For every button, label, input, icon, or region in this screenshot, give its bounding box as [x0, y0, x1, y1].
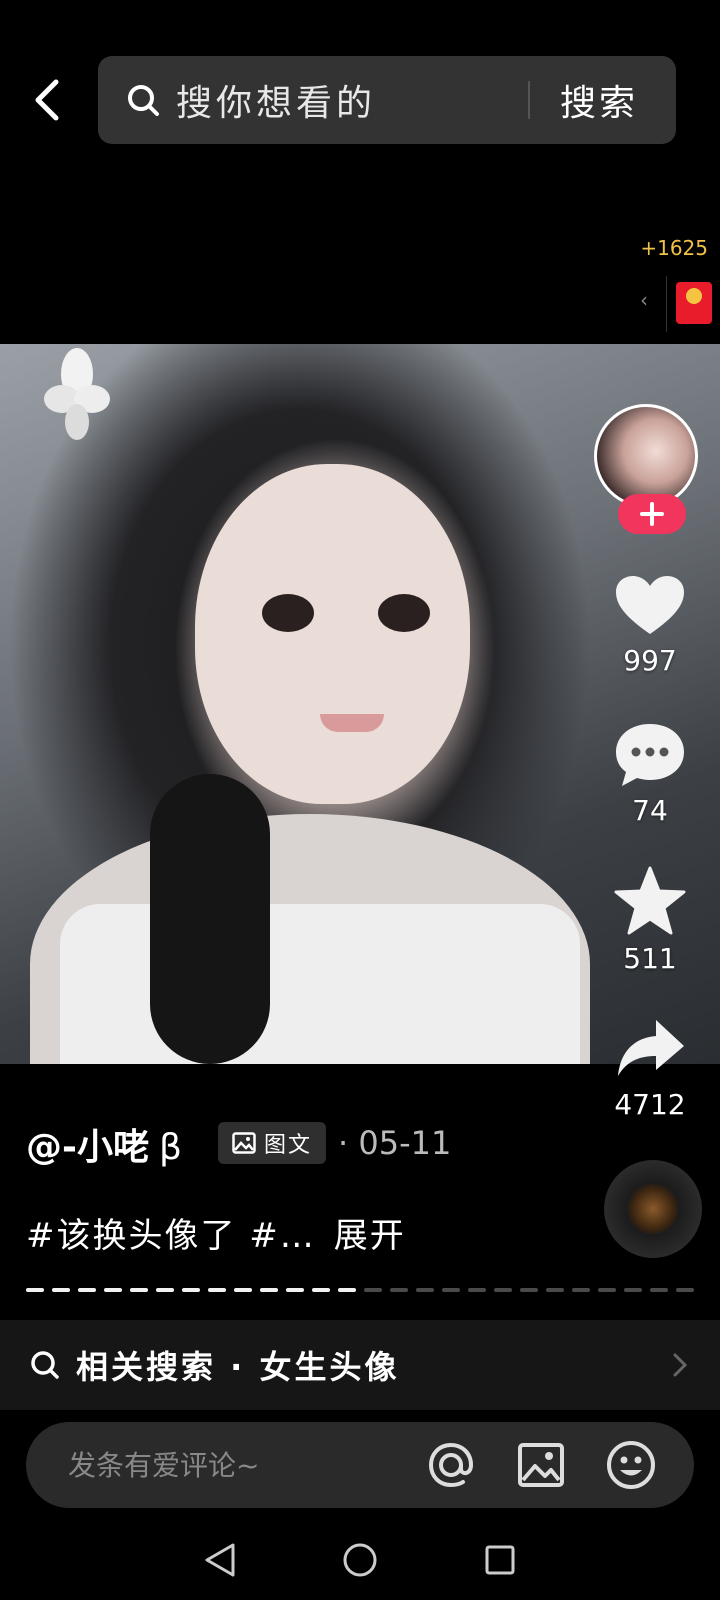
comment-input[interactable] — [66, 1447, 424, 1483]
progress-segment — [182, 1288, 200, 1292]
progress-segment — [546, 1288, 564, 1292]
author-name[interactable]: @-小咾 β — [26, 1118, 182, 1170]
comment-bubble-icon — [616, 724, 684, 786]
red-packet-count: +1625 — [640, 236, 708, 260]
like-count: 997 — [623, 644, 677, 677]
progress-segment — [260, 1288, 278, 1292]
progress-segment — [676, 1288, 694, 1292]
progress-segment — [208, 1288, 226, 1292]
progress-segment — [26, 1288, 44, 1292]
red-packet-icon[interactable] — [676, 282, 712, 324]
music-disc-icon[interactable] — [604, 1160, 702, 1258]
mention-button[interactable] — [424, 1438, 478, 1492]
like-button[interactable]: 997 — [610, 574, 690, 677]
star-icon — [614, 866, 686, 935]
progress-segment — [130, 1288, 148, 1292]
search-bar[interactable]: 搜你想看的 搜索 — [98, 56, 676, 144]
at-sign-icon — [428, 1442, 474, 1488]
progress-segment — [468, 1288, 486, 1292]
search-placeholder[interactable]: 搜你想看的 — [176, 74, 528, 126]
image-progress-bar — [26, 1288, 694, 1294]
post-description[interactable]: #该换头像了 #… 展开 — [26, 1208, 406, 1257]
post-type-label: 图文 — [264, 1133, 313, 1158]
triangle-back-icon — [205, 1543, 235, 1577]
chevron-left-icon — [35, 79, 59, 121]
progress-segment — [442, 1288, 460, 1292]
progress-segment — [338, 1288, 356, 1292]
search-divider — [527, 81, 530, 119]
image-icon — [232, 1132, 256, 1154]
photo-white-top — [60, 904, 580, 1064]
related-search-bar[interactable]: 相关搜索 · 女生头像 — [0, 1320, 720, 1410]
smiley-icon — [607, 1441, 655, 1489]
progress-segment — [364, 1288, 382, 1292]
nav-home-button[interactable] — [340, 1540, 380, 1580]
progress-segment — [624, 1288, 642, 1292]
red-packet-divider — [666, 276, 667, 332]
emoji-button[interactable] — [604, 1438, 658, 1492]
back-button[interactable] — [22, 70, 72, 130]
nav-recents-button[interactable] — [480, 1540, 520, 1580]
image-picker-button[interactable] — [514, 1438, 568, 1492]
favorite-count: 511 — [623, 942, 677, 975]
photo-eye-left — [262, 594, 314, 632]
progress-segment — [572, 1288, 590, 1292]
post-date: · 05-11 — [338, 1124, 452, 1162]
photo-mouth — [320, 714, 384, 732]
post-type-tag: 图文 — [218, 1122, 327, 1164]
comment-bar — [26, 1422, 694, 1508]
progress-segment — [234, 1288, 252, 1292]
comment-count: 74 — [632, 794, 668, 827]
progress-segment — [598, 1288, 616, 1292]
post-hashtags[interactable]: #该换头像了 #… — [26, 1216, 316, 1256]
share-button[interactable]: 4712 — [610, 1016, 690, 1121]
plus-icon — [640, 502, 664, 526]
progress-segment — [286, 1288, 304, 1292]
author-avatar[interactable] — [594, 404, 698, 508]
author-handle[interactable]: @-小咾 — [26, 1127, 149, 1168]
progress-segment — [78, 1288, 96, 1292]
search-icon — [31, 1351, 59, 1379]
red-packet-collapse-icon[interactable]: ‹ — [640, 288, 648, 312]
related-search-label: 相关搜索 · 女生头像 — [76, 1348, 400, 1386]
progress-segment — [156, 1288, 174, 1292]
circle-home-icon — [343, 1543, 377, 1577]
progress-segment — [650, 1288, 668, 1292]
search-icon — [128, 85, 159, 116]
nav-back-button[interactable] — [200, 1540, 240, 1580]
progress-segment — [104, 1288, 122, 1292]
photo-face — [195, 464, 470, 804]
share-arrow-icon — [618, 1020, 684, 1076]
progress-segment — [416, 1288, 434, 1292]
comment-button[interactable]: 74 — [610, 722, 690, 827]
image-icon — [518, 1443, 564, 1487]
progress-segment — [390, 1288, 408, 1292]
photo-braid — [150, 774, 270, 1064]
expand-link[interactable]: 展开 — [334, 1216, 406, 1256]
follow-button[interactable] — [618, 494, 686, 534]
favorite-button[interactable]: 511 — [610, 866, 690, 975]
progress-segment — [520, 1288, 538, 1292]
heart-icon — [616, 576, 684, 634]
share-count: 4712 — [614, 1088, 686, 1121]
chevron-right-icon — [673, 1353, 688, 1377]
progress-segment — [52, 1288, 70, 1292]
system-nav-bar — [0, 1520, 720, 1600]
progress-segment — [312, 1288, 330, 1292]
square-recents-icon — [485, 1545, 515, 1575]
author-suffix: β — [158, 1127, 182, 1168]
search-button[interactable]: 搜索 — [560, 74, 638, 126]
photo-eye-right — [378, 594, 430, 632]
hair-flower — [44, 348, 110, 440]
progress-segment — [494, 1288, 512, 1292]
